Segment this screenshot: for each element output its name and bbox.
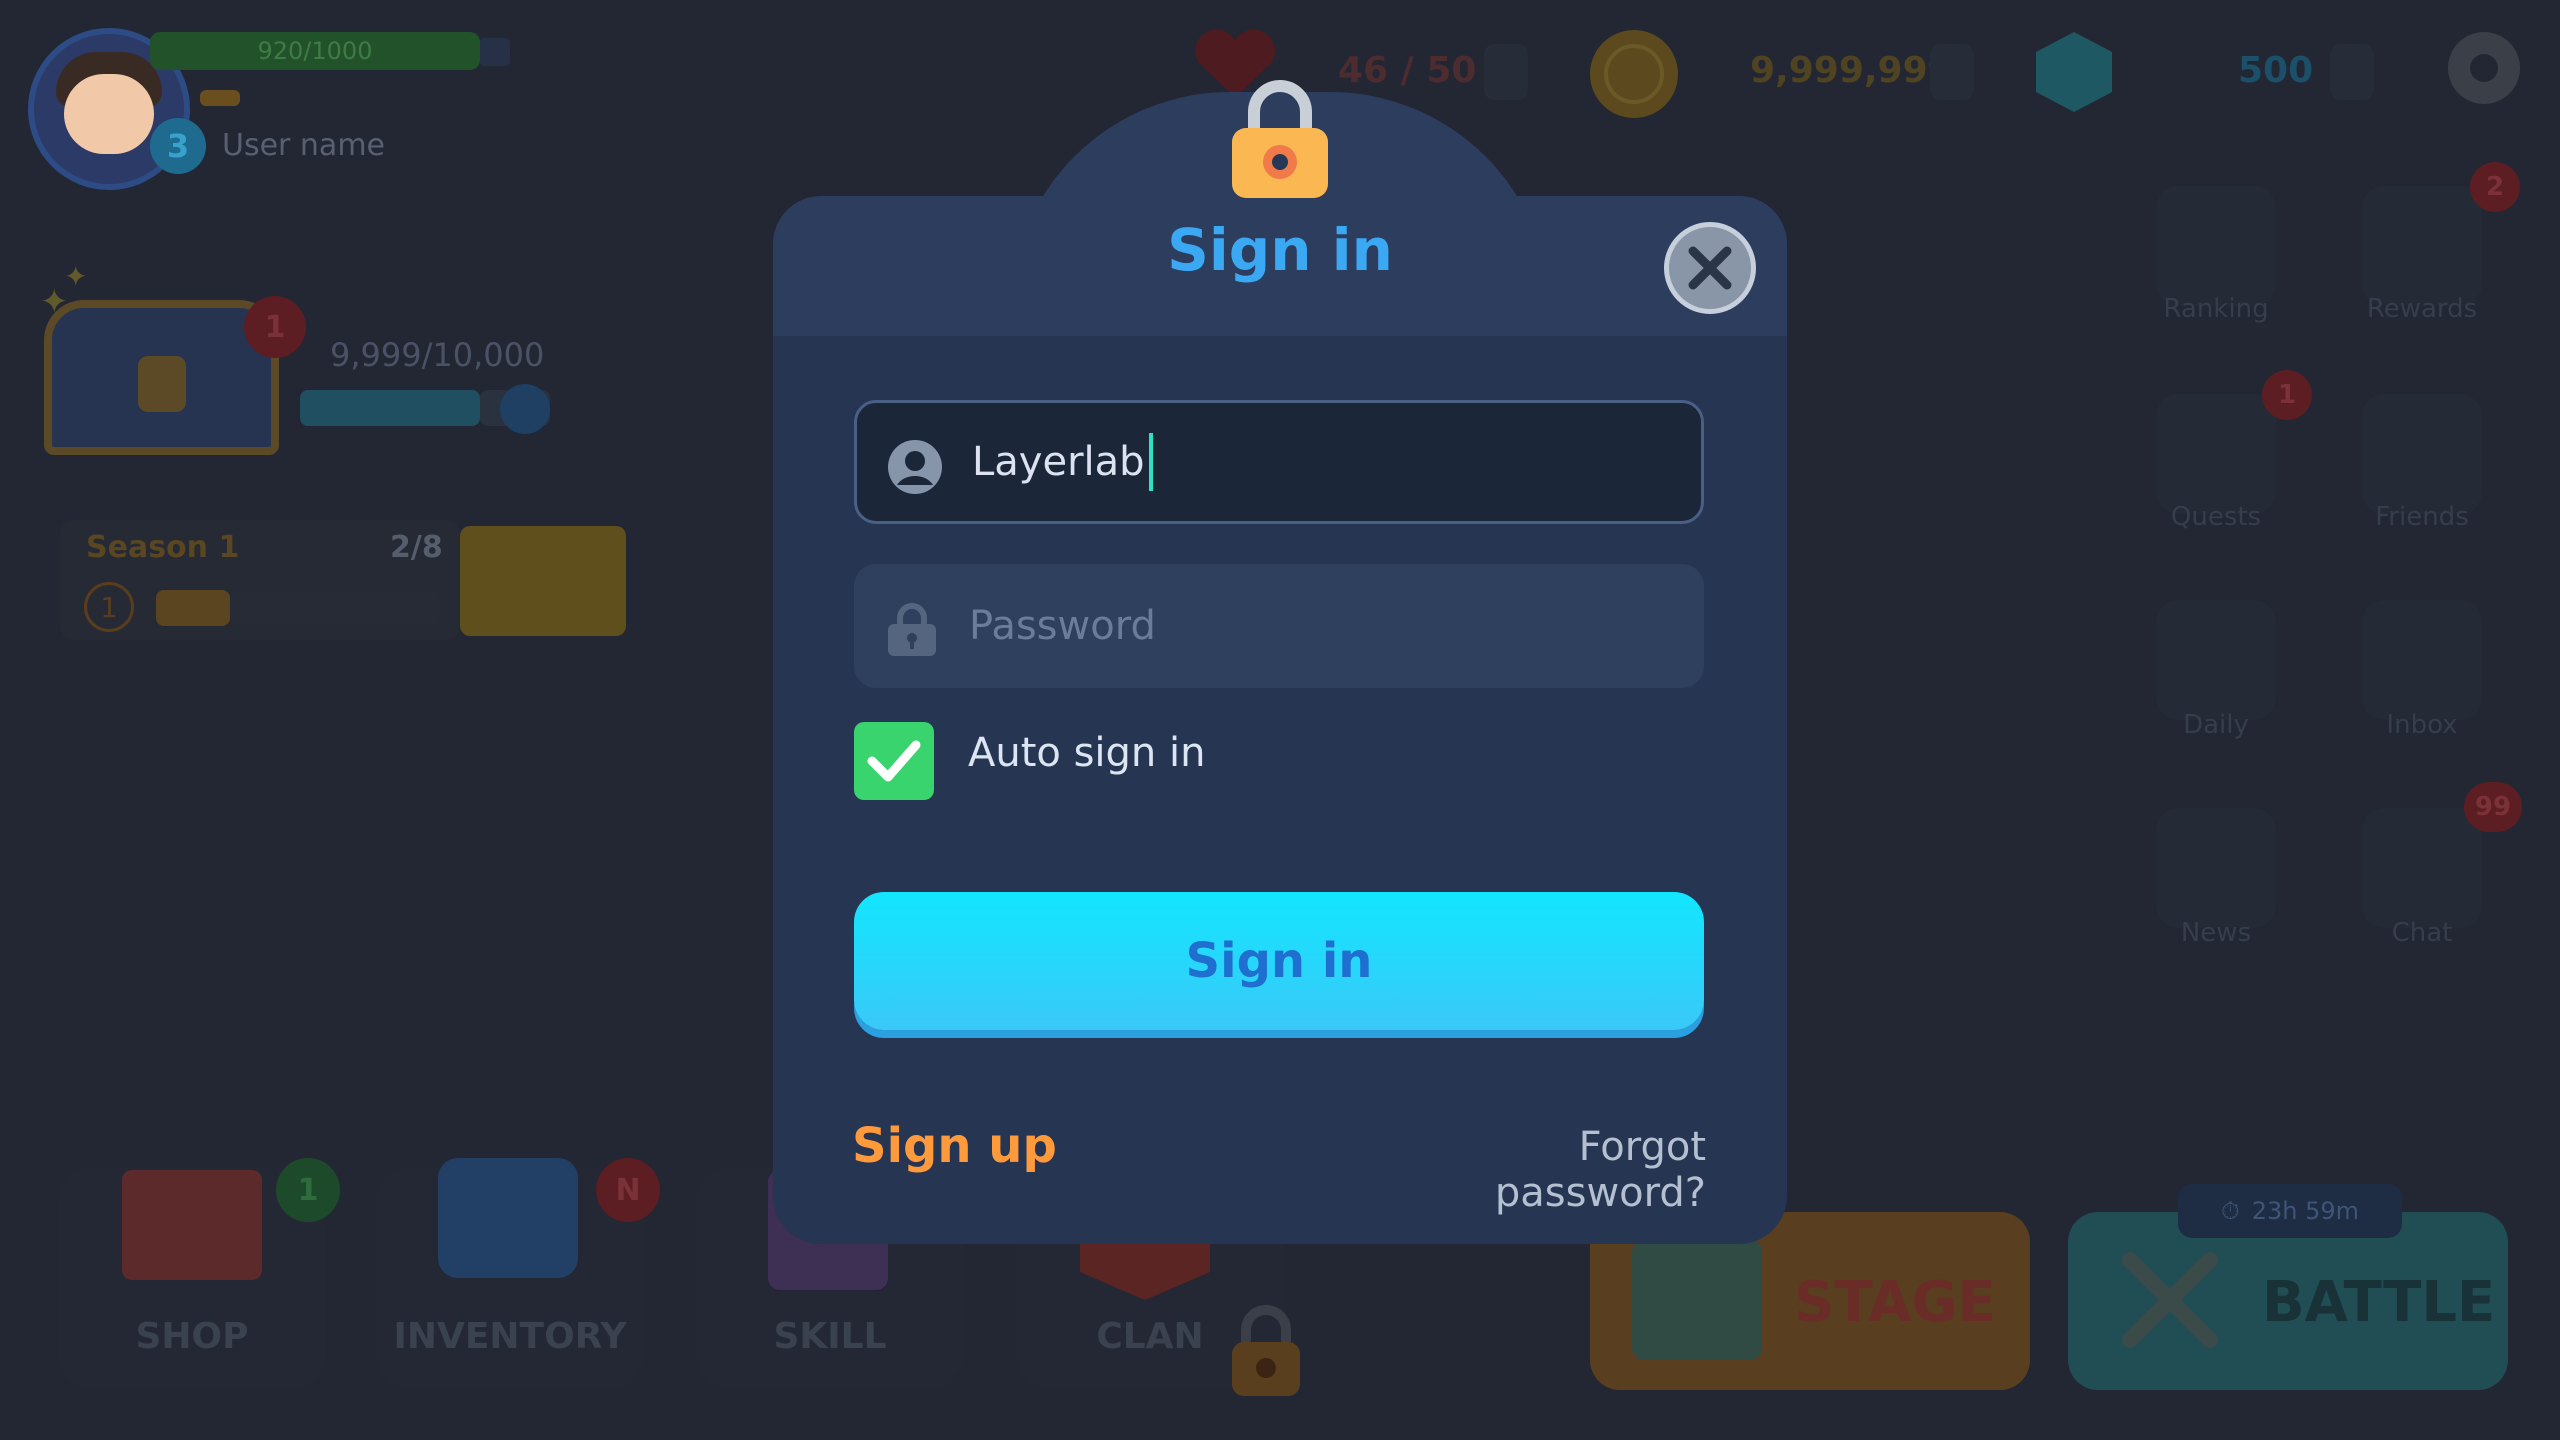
shop-badge: 1: [276, 1158, 340, 1222]
quests-button[interactable]: [2156, 394, 2276, 514]
xp-bar-end: [480, 38, 510, 66]
add-coins-button[interactable]: [1930, 44, 1974, 100]
level-badge: 3: [150, 118, 206, 174]
sign-in-modal: [773, 196, 1787, 1244]
friends-label: Friends: [2375, 502, 2469, 532]
settings-gear-icon[interactable]: [2448, 32, 2520, 104]
rewards-label: Rewards: [2366, 294, 2478, 324]
xp-sub-bar: [200, 90, 240, 106]
news-button[interactable]: [2156, 808, 2276, 928]
season-title: Season 1: [86, 530, 240, 565]
rewards-badge: 2: [2470, 162, 2520, 212]
text-caret: [1148, 433, 1153, 491]
checkmark-icon: [867, 740, 921, 782]
crown-reward-card[interactable]: [460, 526, 626, 636]
daily-button[interactable]: [2156, 600, 2276, 720]
auto-sign-in-checkbox[interactable]: [854, 722, 934, 800]
user-icon: [888, 440, 942, 494]
chest-lock-icon: [138, 356, 186, 412]
add-gems-button[interactable]: [2330, 44, 2374, 100]
password-field[interactable]: Password: [854, 564, 1704, 688]
friends-button[interactable]: [2362, 394, 2482, 514]
map-icon: [1632, 1240, 1762, 1360]
inventory-label: INVENTORY: [393, 1316, 627, 1357]
quests-badge: 1: [2262, 370, 2312, 420]
quests-label: Quests: [2170, 502, 2262, 532]
sign-in-button[interactable]: Sign in: [854, 892, 1704, 1030]
daily-label: Daily: [2183, 710, 2249, 740]
season-progress-track: [230, 590, 440, 626]
hearts-count: 46 / 50: [1338, 50, 1477, 91]
password-lock-icon: [888, 603, 936, 656]
ranking-label: Ranking: [2163, 294, 2269, 324]
backpack-icon: [438, 1158, 578, 1278]
avatar-face: [64, 74, 154, 154]
season-level: 1: [84, 582, 134, 632]
battle-label: BATTLE: [2262, 1270, 2496, 1335]
stage-label: STAGE: [1794, 1270, 1996, 1335]
add-hearts-button[interactable]: [1484, 44, 1528, 100]
username-label: User name: [222, 128, 385, 163]
chat-label: Chat: [2391, 918, 2453, 948]
shop-icon: [122, 1170, 262, 1280]
season-progress-bar: [156, 590, 230, 626]
chest-progress-bar: [300, 390, 480, 426]
inbox-label: Inbox: [2386, 710, 2458, 740]
close-button[interactable]: [1664, 222, 1756, 314]
chat-button[interactable]: [2362, 808, 2482, 928]
sign-up-link[interactable]: Sign up: [852, 1118, 1057, 1174]
gems-count: 500: [2238, 50, 2314, 91]
forgot-password-link[interactable]: Forgot password?: [1364, 1124, 1706, 1216]
chat-badge: 99: [2464, 782, 2522, 832]
padlock-icon: [1232, 80, 1328, 198]
password-placeholder: Password: [969, 603, 1156, 649]
modal-title: Sign in: [1167, 216, 1393, 284]
auto-sign-in-label[interactable]: Auto sign in: [968, 730, 1205, 776]
shop-label: SHOP: [135, 1316, 249, 1357]
xp-bar: 920/1000: [150, 32, 480, 70]
news-label: News: [2180, 918, 2252, 948]
coin-icon: [1590, 30, 1678, 118]
username-value: Layerlab: [972, 439, 1145, 485]
close-icon: [1688, 246, 1732, 290]
stopwatch-icon: ⏱: [2220, 1197, 2240, 1225]
battle-timer-text: 23h 59m: [2251, 1197, 2360, 1225]
chest-progress-text: 9,999/10,000: [330, 336, 545, 374]
coins-count: 9,999,999: [1750, 50, 1953, 91]
inbox-button[interactable]: [2362, 600, 2482, 720]
lock-icon: [1232, 1305, 1300, 1396]
chest-badge: 1: [244, 296, 306, 358]
battle-timer: ⏱ 23h 59m: [2178, 1184, 2402, 1238]
season-count: 2/8: [390, 530, 443, 565]
crossed-swords-icon: [2122, 1252, 2218, 1348]
inventory-badge: N: [596, 1158, 660, 1222]
skill-label: SKILL: [773, 1316, 887, 1357]
username-field[interactable]: Layerlab: [854, 400, 1704, 524]
star-icon: [500, 384, 550, 434]
